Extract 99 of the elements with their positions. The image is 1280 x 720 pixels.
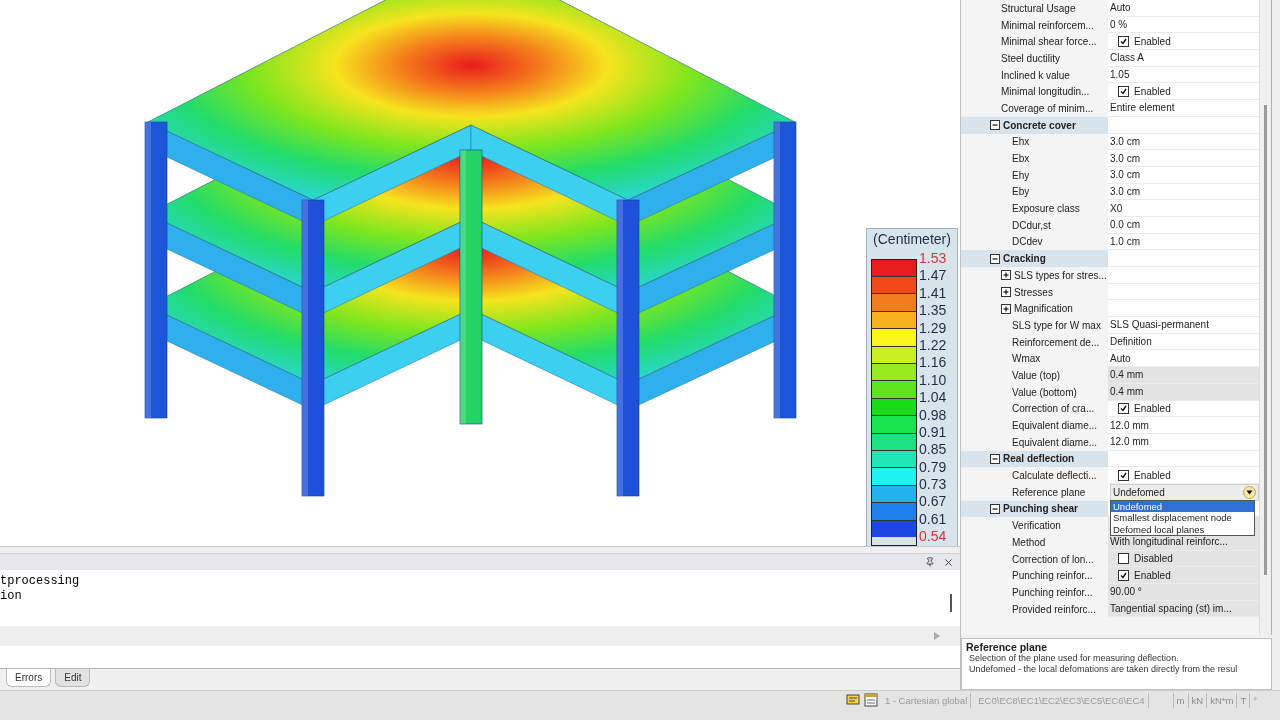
property-label: Reinforcement de... bbox=[1012, 336, 1100, 348]
collapse-icon[interactable] bbox=[990, 120, 1000, 131]
output-line: tprocessing bbox=[0, 574, 80, 589]
legend-value: 1.10 bbox=[919, 371, 947, 390]
legend-value: 1.47 bbox=[919, 267, 947, 285]
property-label: Structural Usage bbox=[1001, 2, 1076, 14]
panel-tab[interactable]: Edit bbox=[55, 669, 91, 687]
checkbox[interactable] bbox=[1118, 553, 1129, 565]
property-value-cell[interactable]: Class A bbox=[1108, 50, 1259, 67]
legend-value: 1.22 bbox=[919, 336, 947, 355]
property-label: Steel ductility bbox=[1001, 52, 1060, 64]
checkbox-label: Enabled bbox=[1134, 469, 1171, 481]
property-label: Correction of lon... bbox=[1012, 553, 1094, 565]
property-label: SLS type for W max bbox=[1012, 319, 1101, 331]
group-label: SLS types for stres... bbox=[1014, 269, 1107, 281]
property-label: Exposure class bbox=[1012, 203, 1080, 215]
note-icon[interactable] bbox=[845, 693, 860, 707]
property-value-cell[interactable]: 90.00 ° bbox=[1108, 584, 1259, 601]
property-label: Punching reinfor... bbox=[1012, 586, 1093, 598]
property-value-cell[interactable]: Auto bbox=[1108, 350, 1259, 368]
property-label: Ebx bbox=[1012, 153, 1030, 165]
group-label: Cracking bbox=[1003, 253, 1046, 265]
property-value-cell[interactable]: 0.4 mm bbox=[1108, 367, 1259, 384]
property-label: Minimal longitudin... bbox=[1001, 86, 1090, 98]
legend-value: 0.54 bbox=[919, 528, 947, 546]
property-label: Value (top) bbox=[1012, 369, 1061, 381]
legend-value: 0.73 bbox=[919, 476, 947, 494]
legend-value: 1.29 bbox=[919, 319, 947, 337]
legend-value: 1.16 bbox=[919, 354, 947, 372]
expand-icon[interactable] bbox=[1001, 270, 1011, 281]
property-label: Reference plane bbox=[1012, 487, 1086, 499]
property-label: Minimal shear force... bbox=[1001, 36, 1097, 48]
output-line: ion bbox=[0, 589, 23, 604]
property-label: Value (bottom) bbox=[1012, 386, 1077, 398]
legend-title: (Centimeter) bbox=[873, 231, 951, 247]
checkbox-label: Enabled bbox=[1134, 569, 1171, 581]
checkbox[interactable] bbox=[1118, 85, 1129, 97]
collapse-icon[interactable] bbox=[990, 503, 1000, 514]
model-viewport[interactable]: (Centimeter) 1.53 1.47 1.41 1.35 1.29 1.22 1.16 1.10 1.04 0.98 0.91 0.85 0.79 0.73 0.67 0.61 0.54 bbox=[0, 0, 960, 547]
legend-value: 1.04 bbox=[919, 389, 947, 407]
legend-value: 0.91 bbox=[919, 423, 947, 442]
legend-value: 1.53 bbox=[919, 250, 947, 268]
expand-icon[interactable] bbox=[1001, 287, 1011, 298]
legend-value: 0.98 bbox=[919, 406, 947, 424]
window-icon[interactable] bbox=[863, 693, 878, 707]
collapse-icon[interactable] bbox=[990, 453, 1000, 464]
legend-value: 0.67 bbox=[919, 493, 947, 511]
property-label: Wmax bbox=[1012, 353, 1041, 365]
property-value-cell[interactable]: 12.0 mm bbox=[1108, 417, 1259, 434]
checkbox-label: Enabled bbox=[1134, 85, 1171, 97]
scrollbar-thumb[interactable] bbox=[950, 594, 952, 612]
property-label: Punching reinfor... bbox=[1012, 570, 1093, 582]
property-label: Calculate deflecti... bbox=[1012, 470, 1097, 482]
legend-value: 1.35 bbox=[919, 302, 947, 320]
property-label: Equivalent diame... bbox=[1012, 436, 1098, 448]
expand-icon[interactable] bbox=[1001, 303, 1011, 314]
property-label: Coverage of minim... bbox=[1001, 102, 1094, 114]
property-label: Ehx bbox=[1012, 136, 1030, 148]
vertical-scrollbar[interactable] bbox=[1259, 0, 1271, 635]
close-icon[interactable] bbox=[942, 556, 954, 568]
property-value-cell[interactable]: X0 bbox=[1108, 200, 1259, 217]
property-label: DCdur,st bbox=[1012, 219, 1051, 231]
group-label: Stresses bbox=[1014, 286, 1053, 298]
property-value-cell[interactable]: Auto bbox=[1108, 0, 1259, 17]
legend-value: 0.85 bbox=[919, 441, 947, 459]
description-title: Reference plane bbox=[966, 641, 1048, 653]
legend-value: 0.79 bbox=[919, 458, 947, 477]
property-label: Ehy bbox=[1012, 169, 1030, 181]
property-label: Method bbox=[1012, 536, 1046, 548]
checkbox[interactable] bbox=[1118, 469, 1129, 481]
property-label: Correction of cra... bbox=[1012, 403, 1095, 415]
pin-icon[interactable] bbox=[924, 556, 936, 568]
group-label: Real deflection bbox=[1003, 453, 1075, 465]
property-label: Eby bbox=[1012, 186, 1030, 198]
checkbox-label: Disabled bbox=[1134, 553, 1173, 565]
property-label: DCdev bbox=[1012, 236, 1043, 248]
property-label: Provided reinforc... bbox=[1012, 603, 1096, 615]
group-label: Magnification bbox=[1014, 303, 1073, 315]
property-value-cell[interactable]: 3.0 cm bbox=[1108, 150, 1259, 167]
checkbox-label: Enabled bbox=[1134, 35, 1171, 47]
collapse-icon[interactable] bbox=[990, 253, 1000, 264]
dropdown-option[interactable]: Undefomed bbox=[1111, 500, 1254, 513]
group-label: Punching shear bbox=[1003, 503, 1078, 515]
checkbox[interactable] bbox=[1118, 402, 1129, 414]
checkbox[interactable] bbox=[1118, 569, 1129, 581]
legend-value: 0.61 bbox=[919, 510, 947, 529]
property-value-cell[interactable]: Entire element bbox=[1108, 100, 1259, 117]
description-text: Undefomed - the local defomations are taken directly from the resul bbox=[968, 664, 1239, 675]
checkbox-label: Enabled bbox=[1134, 402, 1171, 414]
panel-tab[interactable]: Errors bbox=[6, 669, 52, 687]
property-label: Inclined k value bbox=[1001, 69, 1070, 81]
checkbox[interactable] bbox=[1118, 35, 1129, 47]
legend-value: 1.41 bbox=[919, 284, 947, 303]
property-label: Verification bbox=[1012, 520, 1061, 532]
group-label: Concrete cover bbox=[1003, 119, 1076, 131]
property-label: Equivalent diame... bbox=[1012, 420, 1098, 432]
property-label: Minimal reinforcem... bbox=[1001, 19, 1094, 31]
property-value-cell[interactable]: SLS Quasi-permanent bbox=[1108, 317, 1259, 334]
description-text: Selection of the plane used for measuring deflection. bbox=[968, 653, 1180, 664]
